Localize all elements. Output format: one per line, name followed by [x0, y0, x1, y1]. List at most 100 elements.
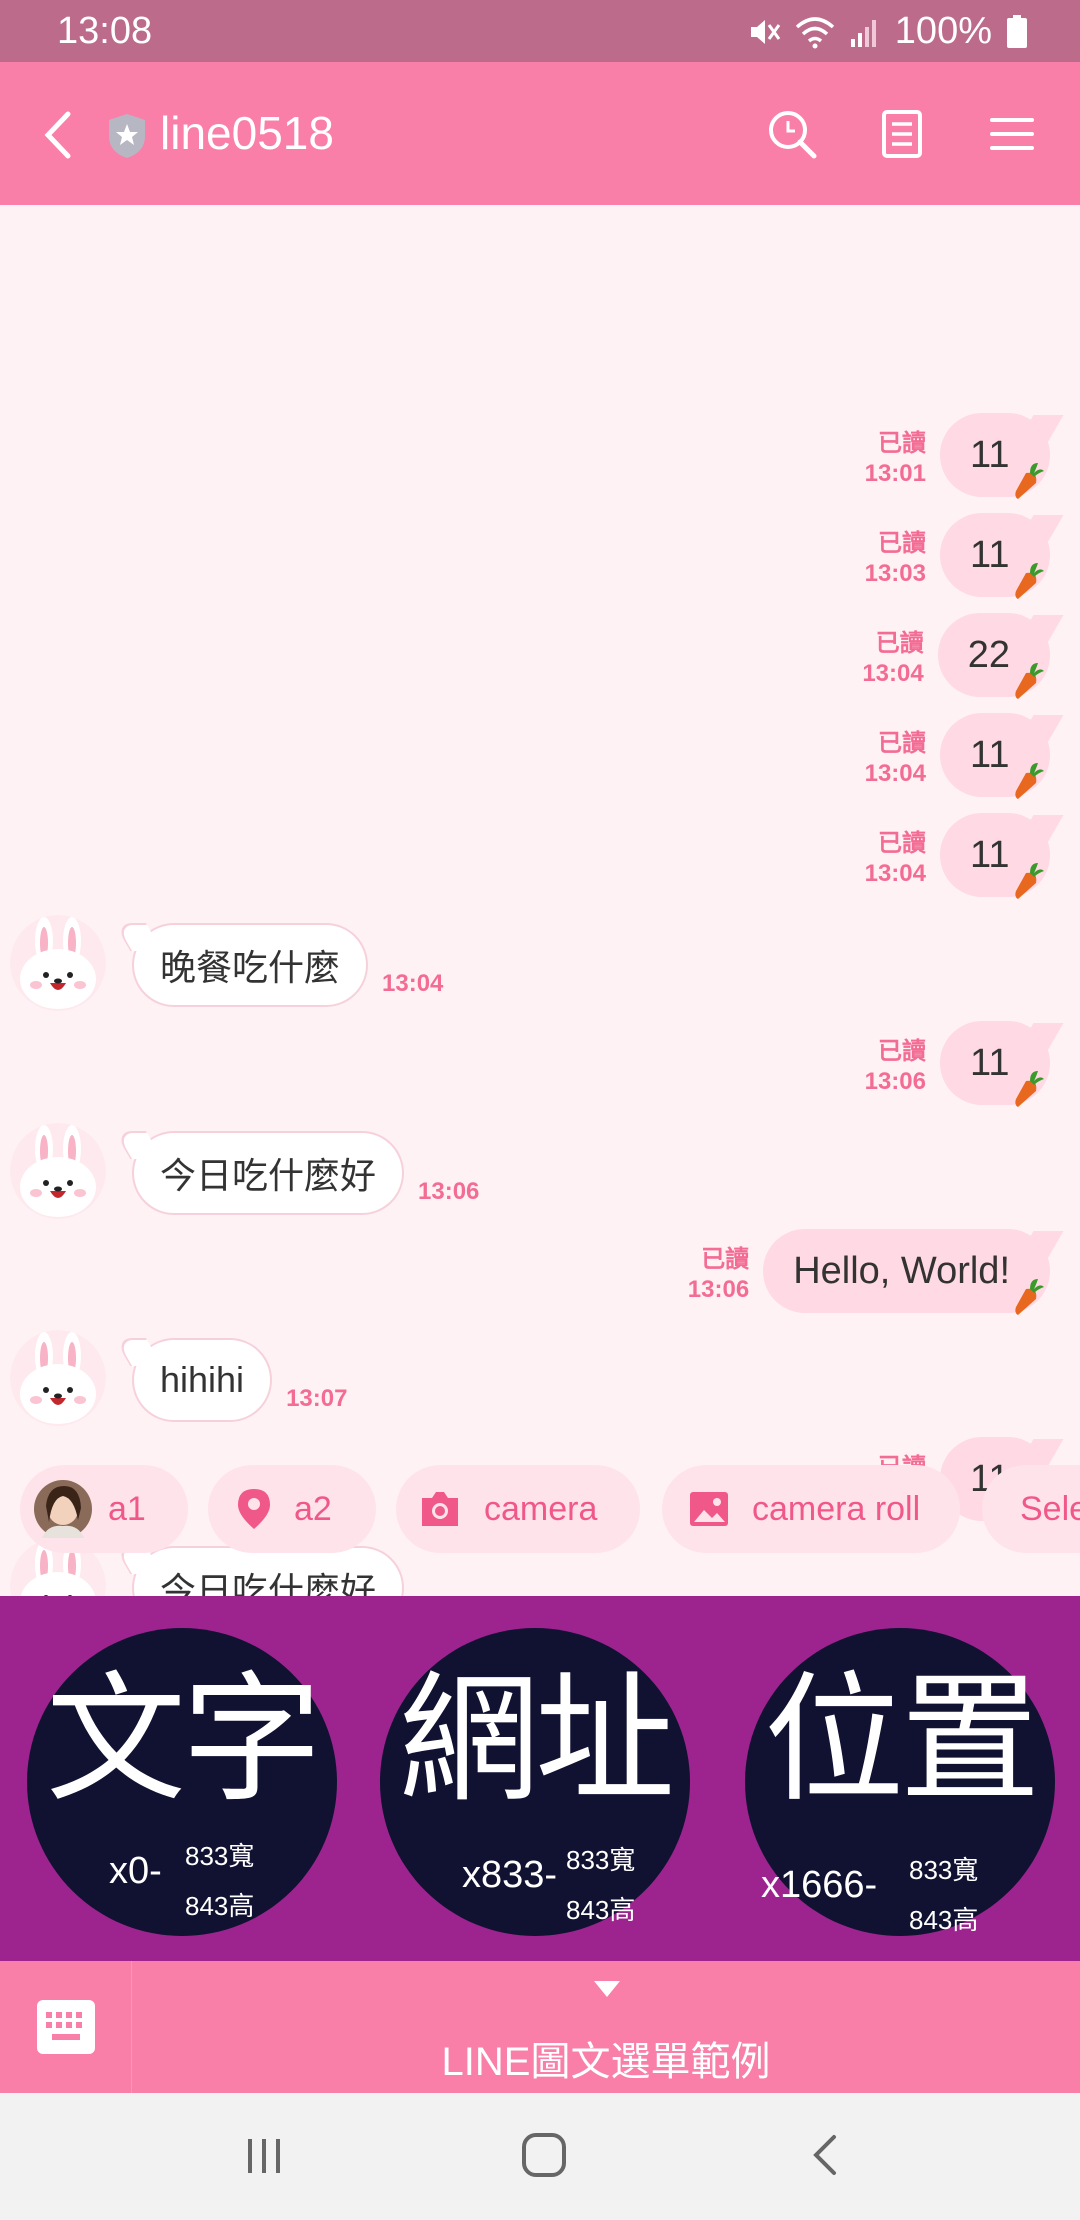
message-time: 13:04	[864, 760, 926, 787]
carrot-icon	[1015, 763, 1044, 799]
outgoing-message[interactable]: 已讀 13:06 Hello, World!	[687, 1229, 1050, 1315]
message-meta: 已讀 13:04	[862, 629, 923, 689]
message-meta: 已讀 13:01	[865, 429, 926, 489]
chat-header: line0518	[0, 62, 1080, 205]
message-bubble[interactable]: 11	[940, 513, 1050, 599]
rich-menu-area-height: 843高	[566, 1895, 636, 1925]
status-bar: 13:08 100%	[0, 0, 1080, 62]
outgoing-message[interactable]: 已讀 13:04 11	[865, 713, 1050, 799]
rich-menu-area-x: x1666-	[761, 1864, 878, 1906]
read-receipt: 已讀	[875, 630, 924, 657]
rich-menu-area-title: 文字	[45, 1659, 322, 1822]
read-receipt: 已讀	[878, 830, 926, 857]
message-bubble[interactable]: 晚餐吃什麼	[132, 923, 369, 1007]
location-icon	[238, 1489, 270, 1529]
rich-menu-bar: LINE圖文選單範例	[0, 1961, 1080, 2093]
rich-menu-area-title: 位置	[763, 1659, 1040, 1822]
chat-title: line0518	[160, 107, 334, 159]
quick-reply-a2[interactable]: a2	[208, 1465, 376, 1553]
message-time: 13:04	[864, 860, 926, 887]
quick-reply-label: camera	[484, 1489, 598, 1528]
carrot-icon	[1015, 463, 1044, 499]
bunny-avatar-icon	[10, 1123, 106, 1219]
search-icon[interactable]	[760, 102, 824, 166]
quick-reply-label: camera roll	[752, 1489, 921, 1528]
carrot-icon	[1015, 863, 1044, 899]
home-icon[interactable]	[514, 2125, 574, 2185]
outgoing-message[interactable]: 已讀 13:04 22	[862, 613, 1050, 699]
mute-icon	[750, 19, 781, 44]
message-bubble[interactable]: hihihi	[132, 1338, 273, 1422]
status-icons: 100%	[747, 10, 1028, 53]
quick-reply-select[interactable]: Sele	[982, 1465, 1080, 1553]
message-bubble[interactable]: 11	[940, 1021, 1050, 1107]
quick-reply-camera[interactable]: camera	[396, 1465, 640, 1553]
camera-icon	[422, 1492, 458, 1526]
message-bubble[interactable]: 11	[940, 713, 1050, 799]
message-text: 11	[970, 733, 1010, 776]
read-receipt: 已讀	[878, 430, 926, 457]
message-bubble[interactable]: 11	[940, 413, 1050, 499]
message-text: 22	[967, 633, 1010, 676]
message-text: 11	[970, 833, 1010, 876]
read-receipt: 已讀	[701, 1246, 750, 1273]
quick-reply-label: a1	[108, 1489, 146, 1528]
quick-reply-bar[interactable]: a1 a2 camera camera roll Sele	[0, 1445, 1080, 1595]
message-meta: 已讀 13:04	[865, 729, 926, 789]
message-time: 13:06	[687, 1276, 750, 1303]
read-receipt: 已讀	[878, 1038, 926, 1065]
message-bubble[interactable]: 今日吃什麼好	[132, 1131, 405, 1215]
rich-menu-area-location[interactable]: 位置 x1666- 833寬 843高	[745, 1628, 1055, 1936]
status-time: 13:08	[57, 10, 153, 52]
rich-menu-area-height: 843高	[909, 1905, 979, 1935]
rich-menu-title[interactable]: LINE圖文選單範例	[132, 2029, 1080, 2087]
read-receipt: 已讀	[878, 530, 926, 557]
rich-menu-area-url[interactable]: 網址 x833- 833寬 843高	[380, 1628, 690, 1936]
recent-apps-icon[interactable]	[234, 2125, 294, 2185]
message-time: 13:01	[864, 460, 926, 487]
back-button[interactable]	[30, 100, 90, 170]
avatar[interactable]	[10, 915, 106, 1011]
outgoing-message[interactable]: 已讀 13:01 11	[865, 413, 1050, 499]
incoming-message[interactable]: 今日吃什麼好 13:06	[10, 1123, 479, 1219]
carrot-icon	[1015, 1071, 1044, 1107]
quick-reply-a1[interactable]: a1	[20, 1465, 188, 1553]
message-bubble[interactable]: 11	[940, 813, 1050, 899]
battery-icon	[1007, 14, 1027, 48]
carrot-icon	[1015, 1279, 1044, 1315]
collapse-arrow-icon[interactable]	[594, 1981, 620, 1997]
read-receipt: 已讀	[878, 730, 926, 757]
back-nav-icon[interactable]	[796, 2125, 856, 2185]
quick-reply-label: Sele	[1020, 1489, 1080, 1528]
message-meta: 已讀 13:03	[865, 529, 926, 589]
bunny-avatar-icon	[10, 915, 106, 1011]
avatar[interactable]	[10, 1123, 106, 1219]
outgoing-message[interactable]: 已讀 13:06 11	[865, 1021, 1050, 1107]
notes-icon[interactable]	[870, 102, 934, 166]
rich-menu-area-width: 833寬	[185, 1841, 255, 1871]
rich-menu-area-width: 833寬	[566, 1845, 636, 1875]
outgoing-message[interactable]: 已讀 13:03 11	[865, 513, 1050, 599]
incoming-message[interactable]: hihihi 13:07	[10, 1330, 347, 1426]
incoming-message[interactable]: 晚餐吃什麼 13:04	[10, 915, 443, 1011]
message-time: 13:06	[418, 1178, 480, 1205]
rich-menu-area-height: 843高	[185, 1891, 255, 1921]
avatar[interactable]	[10, 1330, 106, 1426]
menu-icon[interactable]	[980, 102, 1044, 166]
user-photo	[34, 1480, 92, 1538]
message-list[interactable]: 已讀 13:01 11 已讀 13:03 11 已讀 13:04 22 已讀 13:04 11 已讀 13…	[0, 205, 1080, 1634]
message-bubble[interactable]: Hello, World!	[763, 1229, 1050, 1315]
message-time: 13:03	[864, 560, 926, 587]
rich-menu-area-x: x833-	[462, 1854, 558, 1896]
rich-menu-area-width: 833寬	[909, 1855, 979, 1885]
message-text: 11	[970, 533, 1010, 576]
outgoing-message[interactable]: 已讀 13:04 11	[864, 813, 1050, 899]
keyboard-button[interactable]	[0, 1961, 132, 2093]
message-text: Hello, World!	[793, 1249, 1010, 1292]
rich-menu-area-text[interactable]: 文字 x0- 833寬 843高	[27, 1628, 337, 1936]
bunny-avatar-icon	[10, 1330, 106, 1426]
quick-reply-camera-roll[interactable]: camera roll	[662, 1465, 960, 1553]
carrot-icon	[1015, 663, 1044, 699]
message-bubble[interactable]: 22	[937, 613, 1050, 699]
rich-menu-area-title: 網址	[398, 1659, 675, 1822]
